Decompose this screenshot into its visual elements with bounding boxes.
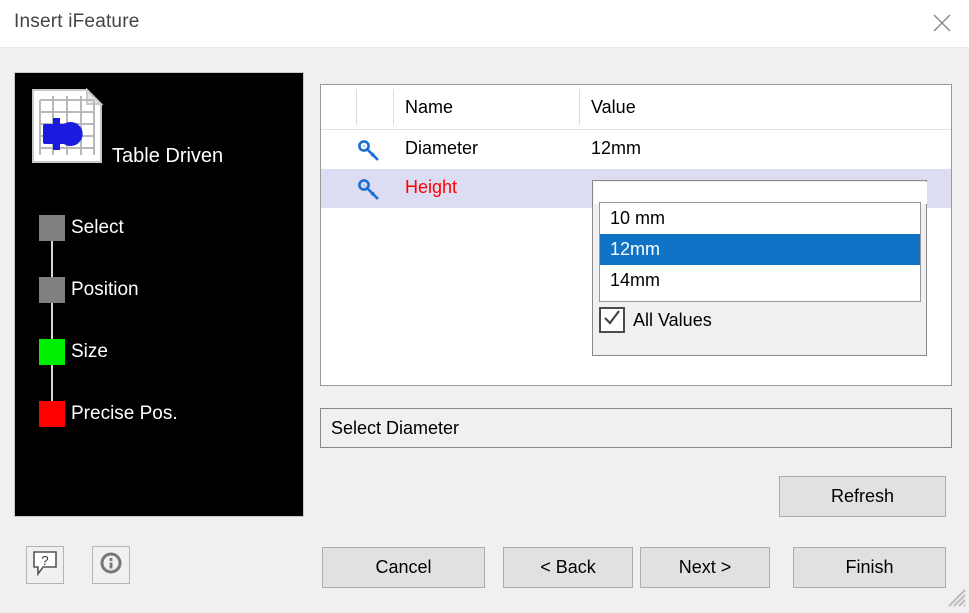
step-swatch-icon [39, 339, 65, 365]
table-driven-ifeature-icon [31, 87, 107, 164]
column-divider[interactable] [356, 89, 357, 125]
combo-option[interactable]: 14mm [600, 265, 920, 296]
wizard-step-precise-pos[interactable]: Precise Pos. [39, 400, 178, 428]
close-button[interactable] [914, 0, 969, 46]
wizard-step-size[interactable]: Size [39, 338, 108, 366]
column-divider[interactable] [579, 89, 580, 125]
window-title: Insert iFeature [14, 11, 140, 32]
svg-text:?: ? [41, 553, 48, 568]
column-divider[interactable] [393, 89, 394, 125]
all-values-checkbox[interactable] [599, 307, 625, 333]
wizard-step-position[interactable]: Position [39, 276, 139, 304]
step-swatch-icon [39, 401, 65, 427]
combo-option-list[interactable]: 10 mm 12mm 14mm [599, 202, 921, 302]
table-row[interactable]: Diameter 12mm [321, 130, 951, 169]
all-values-label: All Values [633, 309, 712, 330]
info-icon [98, 550, 124, 581]
wizard-mode-label: Table Driven [112, 145, 224, 167]
combo-option-selected[interactable]: 12mm [600, 234, 920, 265]
help-button[interactable]: ? [26, 546, 64, 584]
wizard-step-select[interactable]: Select [39, 214, 124, 242]
parameter-name: Diameter [405, 138, 479, 158]
refresh-button[interactable]: Refresh [779, 476, 946, 517]
step-swatch-icon [39, 215, 65, 241]
key-icon [358, 178, 380, 200]
all-values-checkbox-row[interactable]: All Values [599, 307, 712, 333]
wizard-preview-panel: Table Driven Select Position Size Precis… [14, 72, 304, 517]
combo-edit-field[interactable] [594, 182, 927, 204]
parameter-name: Height [405, 177, 458, 197]
combo-option[interactable]: 10 mm [600, 203, 920, 234]
help-balloon-icon: ? [32, 550, 58, 581]
next-button[interactable]: Next > [640, 547, 770, 588]
key-icon [358, 139, 380, 161]
check-icon [602, 308, 622, 333]
column-header-name[interactable]: Name [405, 97, 453, 118]
finish-button[interactable]: Finish [793, 547, 946, 588]
back-button[interactable]: < Back [503, 547, 633, 588]
value-dropdown-popup[interactable]: 10 mm 12mm 14mm All Values [592, 180, 927, 356]
grid-header-row: Name Value [321, 85, 951, 130]
column-header-value[interactable]: Value [591, 97, 636, 118]
cancel-button[interactable]: Cancel [322, 547, 485, 588]
step-swatch-icon [39, 277, 65, 303]
wizard-step-label: Precise Pos. [71, 403, 178, 424]
status-field: Select Diameter [320, 408, 952, 448]
wizard-step-label: Position [71, 279, 139, 300]
info-button[interactable] [92, 546, 130, 584]
title-bar: Insert iFeature [0, 0, 969, 48]
wizard-step-label: Size [71, 341, 108, 362]
parameter-value[interactable]: 12mm [591, 138, 641, 159]
close-icon [932, 13, 952, 33]
resize-grip-icon[interactable] [945, 586, 967, 608]
wizard-step-label: Select [71, 217, 124, 238]
